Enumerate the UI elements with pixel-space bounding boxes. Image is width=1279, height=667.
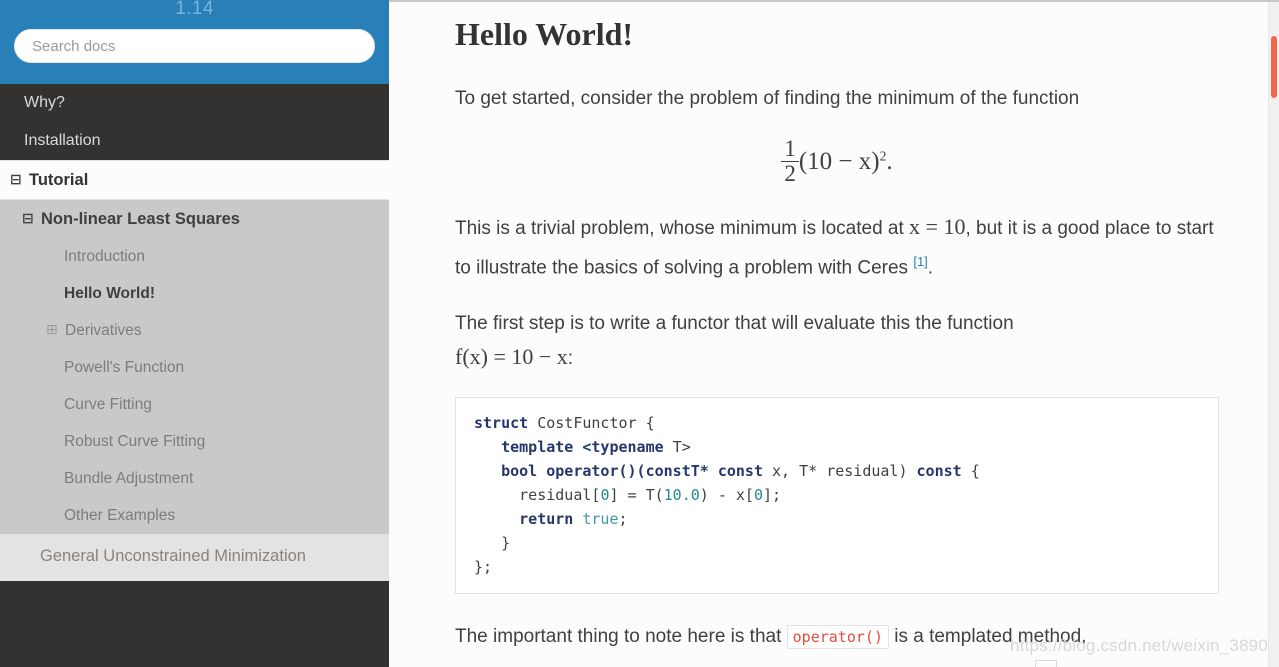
search-input[interactable] — [14, 29, 375, 63]
nav-tree: Why? Installation ⊟ Tutorial ⊟ Non-linear … — [0, 84, 389, 661]
code-number-ten: 10.0 — [663, 485, 700, 504]
code-type-ptr-1: T* — [690, 461, 718, 480]
display-equation: 1 2 (10 − x)2. — [455, 136, 1219, 186]
paragraph-text: To get started, consider the problem of … — [455, 88, 1080, 109]
code-paren-group: ()( — [618, 461, 646, 480]
code-brace-close-inner: } — [501, 533, 511, 552]
sidebar-section-tutorial[interactable]: ⊟ Tutorial — [0, 160, 389, 200]
paragraph-intro: To get started, consider the problem of … — [455, 82, 1219, 115]
code-keyword-struct: struct — [474, 413, 529, 432]
sidebar-item-label: General Unconstrained Minimization — [40, 547, 306, 565]
sidebar-item-general-unconstrained-minimization[interactable]: General Unconstrained Minimization — [0, 534, 389, 581]
paragraph-trivial-problem: This is a trivial problem, whose minimum… — [455, 210, 1219, 284]
minus-box-icon[interactable]: ⊟ — [22, 212, 37, 226]
code-keyword-bool: bool — [501, 461, 538, 480]
fraction-denominator: 2 — [781, 161, 799, 186]
sidebar-item-label: Why? — [24, 94, 65, 111]
sidebar-item-label: Curve Fitting — [64, 396, 152, 413]
search-form[interactable] — [14, 29, 375, 63]
sidebar-item-installation[interactable]: Installation — [0, 122, 389, 160]
paragraph-text-a: This is a trivial problem, whose minimum… — [455, 218, 904, 240]
sidebar-item-label: Installation — [24, 132, 101, 149]
code-keyword-const-3: const — [916, 461, 962, 480]
code-number-zero-2: 0 — [753, 485, 763, 504]
sidebar-item-other-examples[interactable]: Other Examples — [0, 497, 389, 534]
equation-expression: (10 − x) — [798, 147, 880, 175]
sidebar-group-header[interactable]: ⊟ Non-linear Least Squares — [0, 200, 389, 238]
code-brace-open-2: { — [961, 461, 980, 480]
sidebar-item-robust-curve-fitting[interactable]: Robust Curve Fitting — [0, 423, 389, 460]
sidebar-group-non-linear-least-squares: ⊟ Non-linear Least Squares Introduction H… — [0, 200, 389, 534]
sidebar-item-label: Introduction — [64, 248, 145, 265]
sidebar-item-label: Robust Curve Fitting — [64, 433, 206, 450]
plus-box-icon[interactable]: ⊞ — [46, 323, 61, 337]
sidebar-item-curve-fitting[interactable]: Curve Fitting — [0, 386, 389, 423]
paragraph-text-a: The important thing to note here is that — [455, 625, 782, 647]
code-block-costfunctor: struct CostFunctor { template <typename … — [455, 396, 1219, 594]
sidebar-filler — [0, 581, 389, 661]
inline-equation-fx: f(x) = 10 − x — [455, 343, 568, 369]
paragraph-first-step: The first step is to write a functor tha… — [455, 307, 1219, 375]
sidebar-item-label: Hello World! — [64, 285, 155, 302]
code-brace-open: { — [645, 413, 655, 432]
sidebar-item-label: Bundle Adjustment — [64, 470, 194, 487]
sidebar-section-label: Tutorial — [29, 171, 89, 189]
sidebar-item-label: Other Examples — [64, 507, 176, 524]
sidebar-item-bundle-adjustment[interactable]: Bundle Adjustment — [0, 460, 389, 497]
paragraph-text-a: The first step is to write a functor tha… — [455, 312, 1014, 334]
sidebar-item-why[interactable]: Why? — [0, 84, 389, 122]
fraction-one-half: 1 2 — [781, 136, 799, 186]
code-literal-true: true — [582, 509, 619, 528]
footnote-reference-1[interactable]: [1] — [913, 254, 927, 269]
code-class-name: CostFunctor — [537, 413, 637, 432]
fraction-numerator: 1 — [784, 136, 796, 161]
sidebar-navigation: 1.14 Why? Installation ⊟ Tutorial ⊟ Non-li… — [0, 0, 389, 667]
page-title: Hello World! — [455, 16, 634, 52]
version-label: 1.14 — [175, 0, 214, 19]
page-root: 1.14 Why? Installation ⊟ Tutorial ⊟ Non-li… — [0, 0, 1279, 667]
main-content: Hello World! To get started, consider th… — [389, 2, 1279, 667]
paragraph-important-note: The important thing to note here is that… — [455, 620, 1219, 654]
code-content: struct CostFunctor { template <typename … — [474, 411, 1200, 579]
inline-equation-x-equals-10: x = 10 — [909, 214, 966, 240]
sidebar-item-label: Derivatives — [65, 322, 142, 339]
paragraph-text-b: : — [567, 347, 574, 369]
code-keyword-const-2: const — [717, 461, 763, 480]
code-residual-mid: ] = T( — [609, 485, 664, 504]
code-residual-mid-2: ) - x[ — [699, 485, 754, 504]
sidebar-header: 1.14 — [0, 0, 389, 84]
code-keyword-typename: <typename — [582, 437, 664, 456]
sidebar-item-derivatives[interactable]: ⊞ Derivatives — [0, 312, 389, 349]
inline-code-operator: operator() — [786, 624, 889, 649]
sidebar-item-label: Powell's Function — [64, 359, 185, 376]
code-type-t: T> — [672, 437, 691, 456]
sidebar-item-introduction[interactable]: Introduction — [0, 238, 389, 275]
equation-period: . — [886, 147, 893, 175]
page-scrollbar-thumb[interactable] — [1271, 36, 1277, 98]
page-scrollbar-track[interactable] — [1268, 0, 1279, 667]
code-params: x, T* residual) — [763, 461, 917, 480]
code-semicolon: ; — [618, 509, 628, 528]
sidebar-item-powells-function[interactable]: Powell's Function — [0, 349, 389, 386]
paragraph-text-b: is a templated method, — [894, 625, 1087, 647]
minus-box-icon[interactable]: ⊟ — [10, 173, 25, 187]
code-keyword-const-1: const — [645, 461, 691, 480]
sidebar-item-hello-world[interactable]: Hello World! — [0, 275, 389, 312]
code-residual-pre: residual[ — [519, 485, 601, 504]
sidebar-group-label: Non-linear Least Squares — [41, 210, 240, 228]
paragraph-text-c: . — [927, 257, 934, 279]
code-residual-end: ]; — [763, 485, 782, 504]
code-brace-close-outer: }; — [474, 557, 493, 576]
code-keyword-return: return — [519, 509, 574, 528]
code-keyword-template: template — [501, 437, 574, 456]
code-function-operator: operator — [546, 461, 619, 480]
top-rule-divider — [389, 0, 1279, 2]
